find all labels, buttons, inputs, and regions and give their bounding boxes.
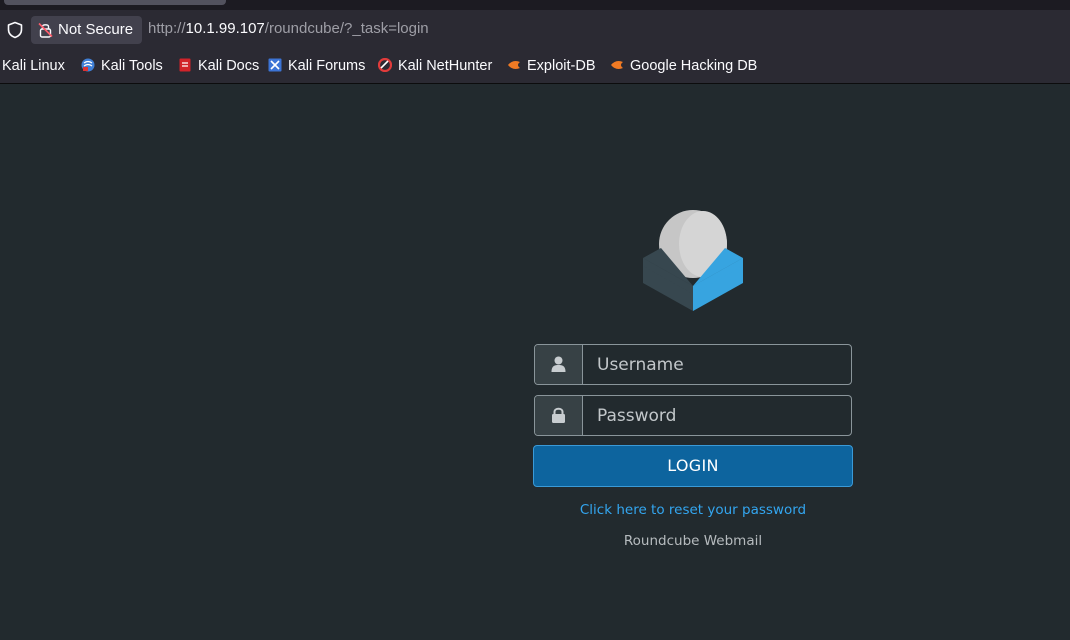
url-path: /roundcube/?_task=login [264, 20, 429, 37]
login-button[interactable]: LOGIN [533, 445, 853, 487]
bookmark-label: Exploit-DB [527, 58, 596, 74]
product-name: Roundcube Webmail [623, 533, 763, 549]
active-tab[interactable] [4, 0, 226, 5]
bookmark-kali-docs[interactable]: Kali Docs [178, 57, 259, 77]
bookmark-label: Kali Forums [288, 58, 366, 74]
bookmark-label: Google Hacking DB [630, 58, 758, 74]
kali-forums-icon [268, 58, 282, 72]
bookmark-google-hacking-db[interactable]: Google Hacking DB [610, 57, 757, 77]
nethunter-icon [378, 58, 392, 72]
username-field-group [534, 344, 852, 385]
bookmark-label: Kali Docs [198, 58, 260, 74]
browser-window: Not Secure http://10.1.99.107/roundcube/… [0, 0, 1070, 640]
bookmark-kali-forums[interactable]: Kali Forums [268, 57, 365, 77]
insecure-lock-icon [38, 22, 53, 38]
username-input[interactable] [583, 345, 851, 384]
roundcube-logo-icon [643, 210, 743, 311]
password-addon [535, 396, 583, 435]
bookmark-label: Kali NetHunter [398, 58, 493, 74]
tab-strip [0, 0, 1070, 10]
security-label: Not Secure [58, 21, 134, 38]
password-field-group [534, 395, 852, 436]
ghdb-icon [611, 61, 623, 69]
kali-docs-icon [179, 58, 191, 72]
reset-password-link[interactable]: Click here to reset your password [533, 502, 853, 518]
bookmark-kali-tools[interactable]: Kali Tools [81, 57, 163, 77]
username-addon [535, 345, 583, 384]
url-scheme: http:// [148, 20, 186, 37]
bookmark-kali-nethunter[interactable]: Kali NetHunter [378, 57, 492, 77]
bookmark-exploit-db[interactable]: Exploit-DB [507, 57, 596, 77]
user-icon [551, 356, 566, 372]
bookmark-label: Kali Tools [101, 58, 163, 74]
shield-icon[interactable] [6, 21, 24, 39]
url-host: 10.1.99.107 [185, 20, 265, 37]
exploit-db-icon [508, 61, 520, 69]
bookmark-label: Kali Linux [2, 58, 65, 74]
security-indicator[interactable]: Not Secure [31, 16, 142, 44]
lock-icon [552, 407, 565, 423]
password-input[interactable] [583, 396, 851, 435]
url-bar: Not Secure http://10.1.99.107/roundcube/… [0, 10, 1070, 50]
bookmarks-toolbar: Kali Linux Kali Tools Kali Docs Kali For… [0, 50, 1070, 84]
bookmark-kali-linux[interactable]: Kali Linux [2, 57, 65, 77]
url-field[interactable]: http://10.1.99.107/roundcube/?_task=logi… [148, 20, 429, 37]
kali-tools-icon [81, 58, 95, 72]
